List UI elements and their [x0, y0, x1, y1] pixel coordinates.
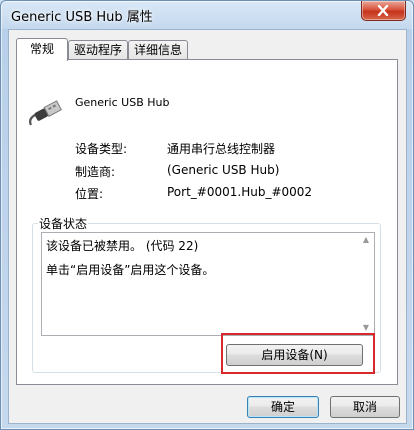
general-tab-panel: Generic USB Hub 设备类型: 通用串行总线控制器 制造商: (Ge…	[16, 59, 398, 385]
close-button[interactable]	[361, 1, 406, 21]
tab-details[interactable]: 详细信息	[128, 40, 188, 60]
title-bar[interactable]: Generic USB Hub 属性	[1, 1, 413, 29]
ok-button[interactable]: 确定	[247, 396, 319, 418]
device-status-label: 设备状态	[38, 215, 89, 232]
properties-dialog: Generic USB Hub 属性 常规 驱动程序 详细信息 Generic …	[0, 0, 414, 430]
tab-general[interactable]: 常规	[16, 38, 68, 61]
status-line-1: 该设备已被禁用。 (代码 22)	[46, 239, 199, 253]
dialog-client-area: 常规 驱动程序 详细信息 Generic USB Hub 设备类型: 通用串行总…	[8, 29, 407, 424]
cancel-button[interactable]: 取消	[330, 396, 400, 418]
enable-device-button[interactable]: 启用设备(N)	[226, 344, 363, 366]
window-title: Generic USB Hub 属性	[11, 10, 153, 25]
device-status-textbox[interactable]: 该设备已被禁用。 (代码 22) 单击“启用设备”启用这个设备。 ▲ ▼	[41, 232, 375, 336]
tab-driver[interactable]: 驱动程序	[68, 40, 128, 60]
manufacturer-value: (Generic USB Hub)	[167, 163, 280, 177]
usb-connector-icon	[29, 100, 62, 126]
device-type-label: 设备类型:	[75, 142, 128, 156]
status-scrollbar[interactable]: ▲ ▼	[358, 233, 374, 335]
location-label: 位置:	[75, 187, 104, 201]
close-icon	[377, 5, 389, 16]
device-name: Generic USB Hub	[75, 96, 170, 109]
manufacturer-label: 制造商:	[75, 165, 116, 179]
status-line-2: 单击“启用设备”启用这个设备。	[46, 263, 215, 277]
location-value: Port_#0001.Hub_#0002	[167, 185, 313, 199]
device-type-value: 通用串行总线控制器	[167, 142, 276, 156]
scroll-up-arrow-icon[interactable]: ▲	[358, 233, 374, 247]
